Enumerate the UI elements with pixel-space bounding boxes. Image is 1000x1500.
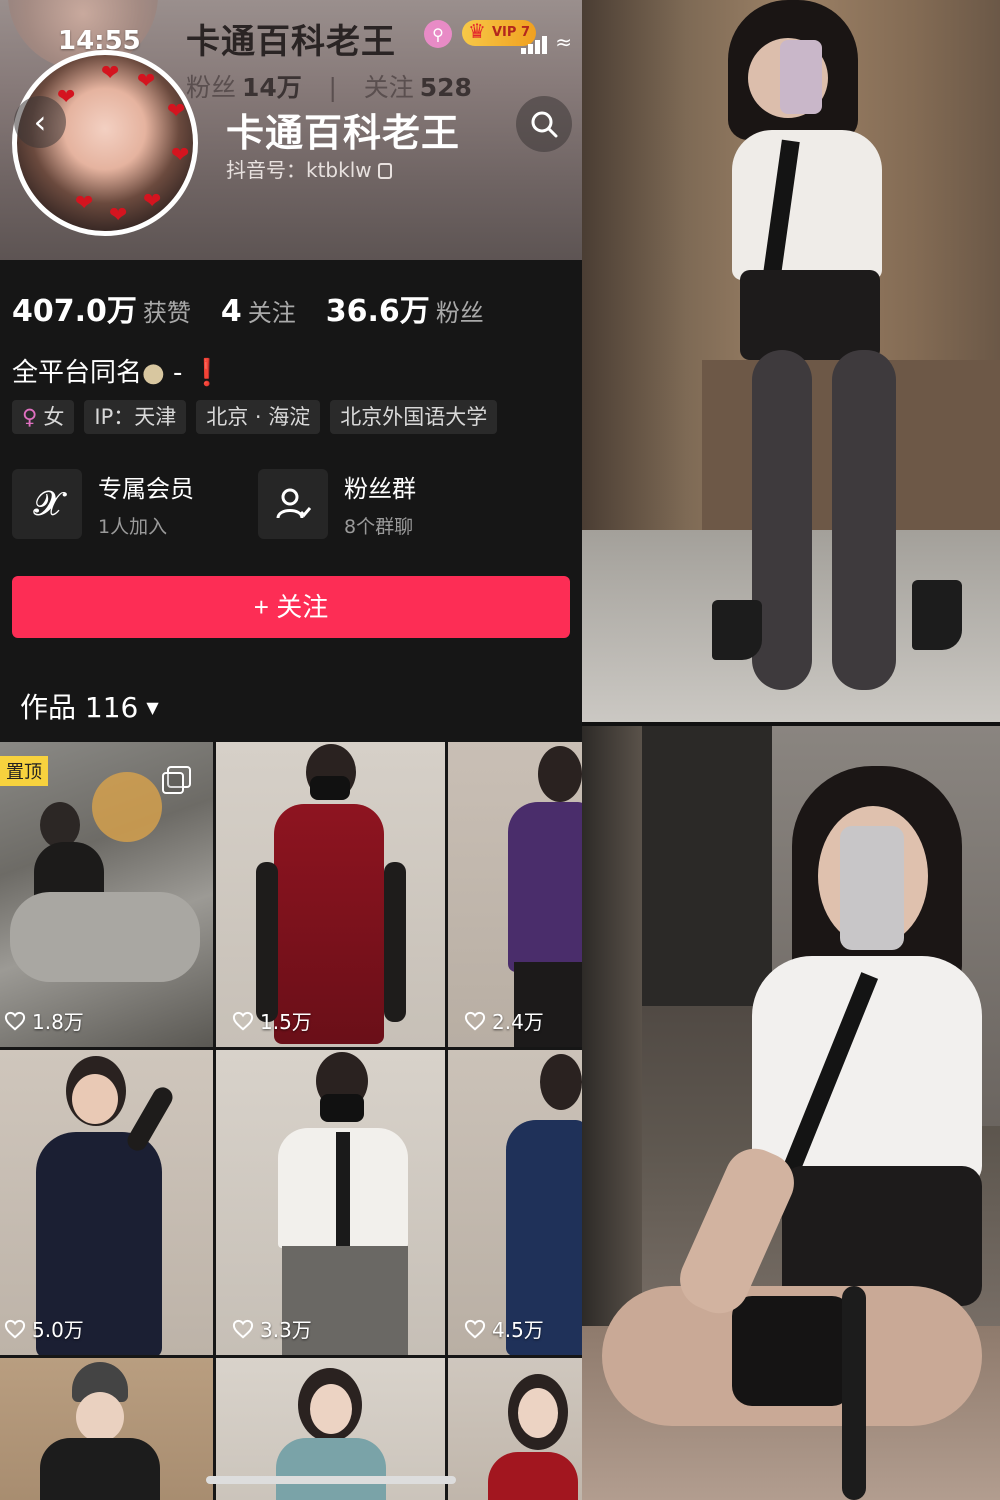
tag-school[interactable]: 北京外国语大学 bbox=[330, 400, 498, 434]
like-count-text: 1.5万 bbox=[260, 1010, 312, 1034]
card-title: 专属会员 bbox=[98, 475, 194, 503]
card-subtitle: 8个群聊 bbox=[344, 516, 414, 538]
like-count: 3.3万 bbox=[232, 1314, 312, 1343]
profile-screen: 卡通百科老王 ⚲ VIP 7 14:55 ≈ 粉丝14万 | 关注528 ❤ ❤… bbox=[0, 0, 582, 1500]
status-icons: ≈ bbox=[521, 30, 572, 54]
tab-works[interactable]: 作品 116 ▼ bbox=[20, 686, 159, 726]
like-count: 5.0万 bbox=[4, 1314, 84, 1343]
heart-icon bbox=[232, 1319, 254, 1338]
bio-dash: - bbox=[164, 358, 191, 388]
pinned-badge: 置顶 bbox=[0, 756, 48, 786]
membership-card[interactable]: 𝓧 专属会员 1人加入 bbox=[12, 468, 258, 540]
works-grid: 置顶 1.8万 1.5万 2.4万 5.0万 3.3万 4.5万 bbox=[0, 742, 582, 1500]
like-count: 1.8万 bbox=[4, 1006, 84, 1035]
feature-cards: 𝓧 专属会员 1人加入 粉丝群 8个群聊 bbox=[12, 468, 504, 540]
membership-v-icon: 𝓧 bbox=[12, 469, 82, 539]
heart-icon bbox=[464, 1319, 486, 1338]
stat-label: 粉丝 bbox=[435, 299, 484, 327]
multi-image-icon bbox=[162, 766, 191, 794]
heart-sticker-icon: ❤ bbox=[143, 189, 162, 214]
heart-icon bbox=[4, 1011, 26, 1030]
photo-top bbox=[582, 0, 1000, 722]
female-badge-icon: ⚲ bbox=[424, 20, 452, 48]
stat-number: 36.6万 bbox=[325, 294, 430, 329]
chevron-left-icon: ‹ bbox=[33, 103, 47, 141]
video-thumbnail[interactable]: 5.0万 bbox=[0, 1050, 213, 1355]
video-thumbnail[interactable]: 4.5万 bbox=[448, 1050, 582, 1355]
bio-text: 全平台同名 bbox=[12, 358, 143, 388]
tag-gender: ♀ 女 bbox=[12, 400, 75, 434]
ribbon-emoji-icon: ❗ bbox=[190, 358, 223, 388]
douyin-id[interactable]: 抖音号：ktbklw bbox=[226, 154, 392, 183]
video-thumbnail[interactable]: 3.3万 bbox=[216, 1050, 445, 1355]
heart-sticker-icon: ❤ bbox=[167, 99, 186, 124]
stat-following[interactable]: 4 关注 bbox=[221, 293, 296, 329]
stats-divider: | bbox=[328, 73, 337, 102]
tag-ip: IP：天津 bbox=[84, 400, 187, 434]
profile-name: 卡通百科老王 bbox=[226, 111, 461, 155]
follow-button[interactable]: + 关注 bbox=[12, 576, 570, 638]
profile-tags: ♀ 女 IP：天津 北京 · 海淀 北京外国语大学 bbox=[12, 400, 498, 434]
search-button[interactable] bbox=[516, 96, 572, 152]
fan-group-card[interactable]: 粉丝群 8个群聊 bbox=[258, 468, 504, 540]
video-thumbnail[interactable]: 2.4万 bbox=[448, 742, 582, 1047]
like-count-text: 2.4万 bbox=[492, 1010, 544, 1034]
stat-followers[interactable]: 36.6万 粉丝 bbox=[326, 286, 484, 330]
like-count-text: 4.5万 bbox=[492, 1318, 544, 1342]
sock-emoji-icon: ● bbox=[142, 358, 165, 388]
like-count-text: 5.0万 bbox=[32, 1318, 84, 1342]
heart-sticker-icon: ❤ bbox=[171, 143, 190, 168]
sticky-username: 卡通百科老王 bbox=[186, 22, 396, 62]
video-thumbnail[interactable] bbox=[0, 1358, 213, 1500]
wifi-icon: ≈ bbox=[555, 30, 572, 54]
stat-label: 关注 bbox=[247, 299, 296, 327]
signal-icon bbox=[521, 35, 549, 54]
heart-icon bbox=[464, 1011, 486, 1030]
photo-bottom bbox=[582, 726, 1000, 1500]
tag-location: 北京 · 海淀 bbox=[196, 400, 321, 434]
profile-header: 卡通百科老王 ⚲ VIP 7 14:55 ≈ 粉丝14万 | 关注528 ❤ ❤… bbox=[0, 0, 582, 260]
video-thumbnail[interactable]: 1.5万 bbox=[216, 742, 445, 1047]
sticky-followers: 14万 bbox=[242, 73, 302, 102]
like-count: 1.5万 bbox=[232, 1006, 312, 1035]
home-indicator[interactable] bbox=[206, 1476, 456, 1484]
heart-sticker-icon: ❤ bbox=[75, 191, 94, 216]
stat-number: 407.0万 bbox=[12, 294, 137, 329]
heart-sticker-icon: ❤ bbox=[101, 61, 120, 86]
card-title: 粉丝群 bbox=[344, 475, 416, 503]
back-button[interactable]: ‹ bbox=[14, 96, 66, 148]
like-count-text: 3.3万 bbox=[260, 1318, 312, 1342]
like-count: 2.4万 bbox=[464, 1006, 544, 1035]
heart-sticker-icon: ❤ bbox=[109, 203, 128, 228]
stat-likes[interactable]: 407.0万 获赞 bbox=[12, 286, 191, 330]
bio: 全平台同名● - ❗ bbox=[12, 352, 223, 389]
stat-label: 获赞 bbox=[142, 299, 191, 327]
copy-icon[interactable] bbox=[377, 163, 392, 179]
douyin-id-text: 抖音号：ktbklw bbox=[226, 158, 372, 182]
heart-icon bbox=[232, 1011, 254, 1030]
sticky-followers-label: 粉丝 bbox=[186, 73, 237, 102]
stat-number: 4 bbox=[220, 294, 242, 329]
video-thumbnail[interactable] bbox=[448, 1358, 582, 1500]
tag-label: 女 bbox=[43, 405, 65, 429]
tab-works-label: 作品 116 bbox=[20, 691, 139, 724]
sticky-following: 528 bbox=[419, 73, 472, 102]
video-thumbnail[interactable]: 置顶 1.8万 bbox=[0, 742, 213, 1047]
sticky-following-label: 关注 bbox=[363, 73, 414, 102]
card-subtitle: 1人加入 bbox=[98, 516, 168, 538]
caret-down-icon: ▼ bbox=[146, 698, 159, 717]
like-count: 4.5万 bbox=[464, 1314, 544, 1343]
profile-stats: 407.0万 获赞 4 关注 36.6万 粉丝 bbox=[12, 286, 484, 330]
like-count-text: 1.8万 bbox=[32, 1010, 84, 1034]
heart-sticker-icon: ❤ bbox=[137, 69, 156, 94]
female-icon: ♀ bbox=[22, 405, 38, 429]
heart-icon bbox=[4, 1319, 26, 1338]
group-icon bbox=[258, 469, 328, 539]
sticky-stats: 粉丝 14万 | 关注 528 bbox=[186, 68, 472, 104]
search-icon bbox=[531, 111, 558, 138]
